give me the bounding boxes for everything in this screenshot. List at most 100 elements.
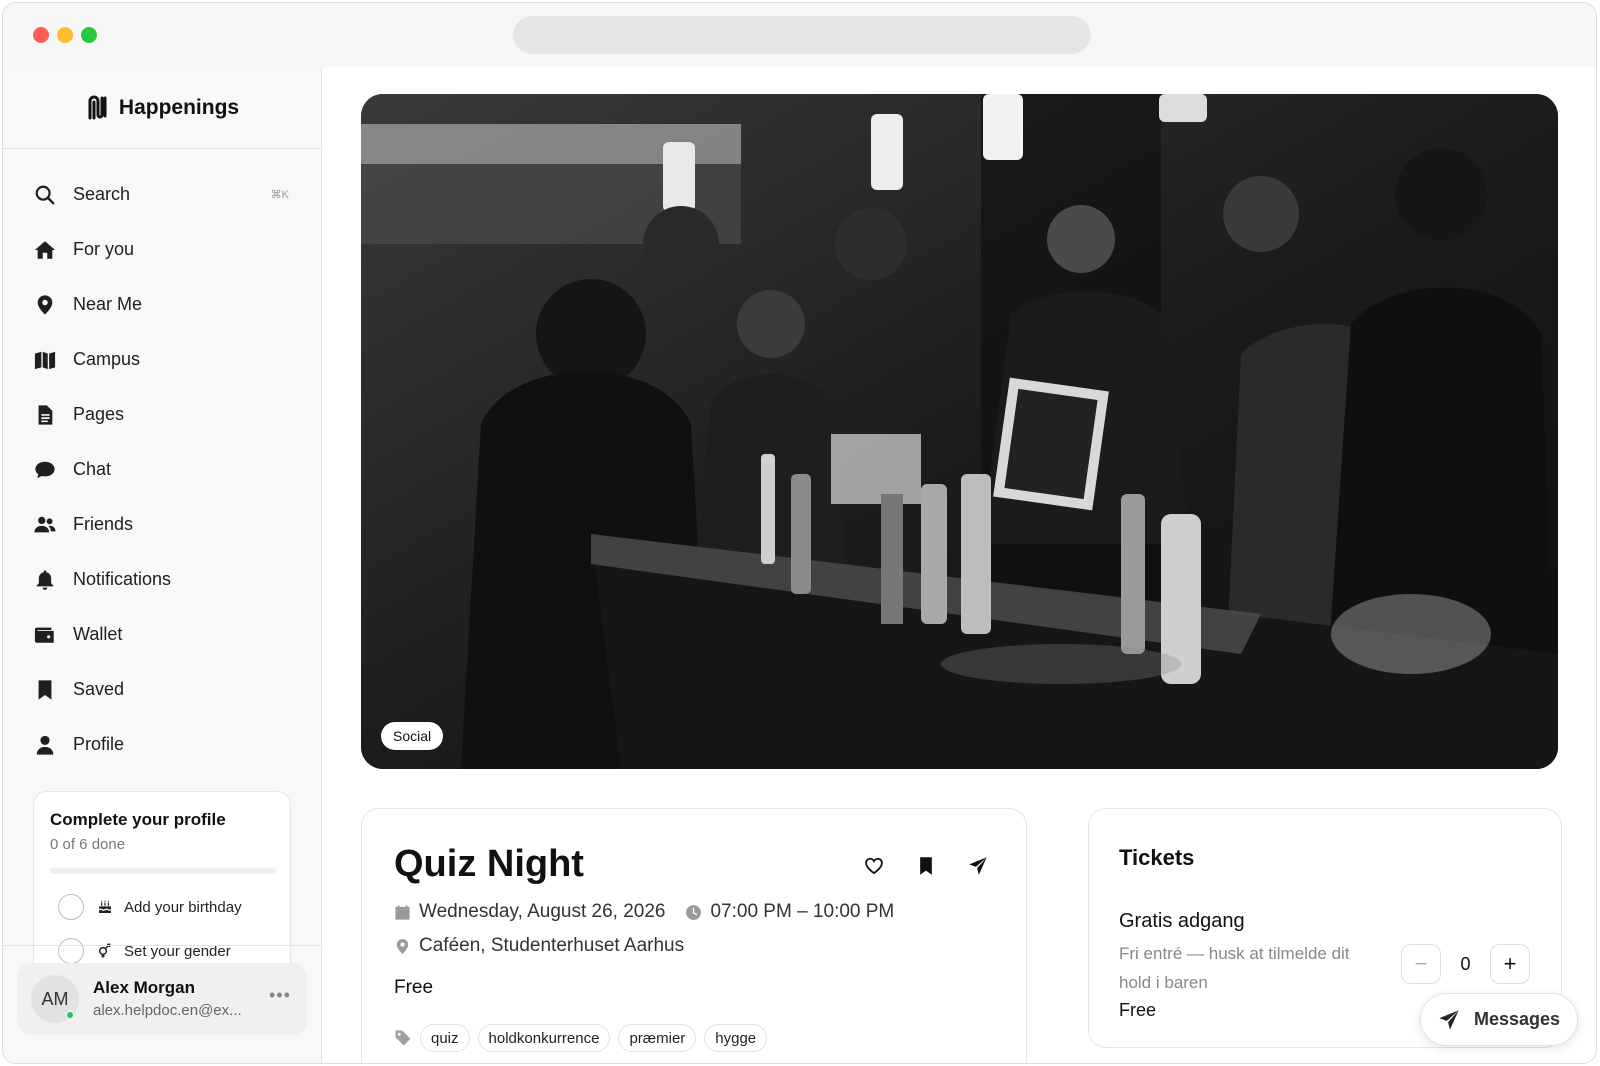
complete-profile-progress-text: 0 of 6 done bbox=[50, 836, 126, 853]
search-shortcut: ⌘K bbox=[270, 189, 289, 201]
sidebar-item-label: Friends bbox=[73, 514, 134, 534]
event-title: Quiz Night bbox=[394, 843, 584, 885]
sidebar-item-notifications[interactable]: Notifications bbox=[17, 552, 307, 607]
bookmark-icon bbox=[920, 857, 932, 875]
plus-icon: + bbox=[1503, 951, 1517, 976]
event-tag[interactable]: quiz bbox=[420, 1024, 470, 1052]
event-tags: quiz holdkonkurrence præmier hygge bbox=[394, 1024, 775, 1052]
sidebar-item-label: Notifications bbox=[73, 569, 172, 589]
complete-profile-title: Complete your profile bbox=[50, 810, 226, 829]
online-status-indicator bbox=[65, 1010, 75, 1020]
users-icon bbox=[33, 513, 57, 537]
minus-icon: − bbox=[1414, 951, 1428, 976]
event-date: Wednesday, August 26, 2026 bbox=[419, 901, 666, 922]
sidebar-item-profile[interactable]: Profile bbox=[17, 717, 307, 772]
send-icon bbox=[1439, 1009, 1459, 1030]
favorite-button[interactable] bbox=[848, 851, 900, 881]
chat-bubble-icon bbox=[33, 458, 57, 482]
event-location: Caféen, Studenterhuset Aarhus bbox=[419, 935, 685, 956]
share-event-button[interactable] bbox=[952, 851, 1004, 881]
profile-task-label: Add your birthday bbox=[124, 898, 242, 916]
sidebar-item-search[interactable]: Search ⌘K bbox=[17, 167, 307, 222]
complete-profile-progress-bar bbox=[50, 868, 276, 874]
user-icon bbox=[33, 733, 57, 757]
tickets-title: Tickets bbox=[1119, 845, 1195, 870]
map-pin-icon bbox=[396, 938, 409, 954]
sidebar-item-chat[interactable]: Chat bbox=[17, 442, 307, 497]
sidebar-nav: Search ⌘K For you Near Me Campus Pages C… bbox=[17, 167, 307, 772]
heart-icon bbox=[865, 857, 883, 875]
increase-quantity-button[interactable]: + bbox=[1490, 944, 1530, 984]
event-actions bbox=[848, 851, 1004, 881]
sidebar-item-wallet[interactable]: Wallet bbox=[17, 607, 307, 662]
send-icon bbox=[969, 857, 987, 875]
brand[interactable]: Happenings bbox=[3, 67, 321, 149]
user-name: Alex Morgan bbox=[93, 978, 196, 997]
divider bbox=[3, 945, 322, 946]
user-account-card[interactable]: AM Alex Morgan alex.helpdoc.en@ex... ••• bbox=[17, 963, 307, 1035]
sidebar-item-label: Chat bbox=[73, 459, 112, 479]
sidebar-item-label: Profile bbox=[73, 734, 125, 754]
event-details-card: Quiz Night Wednesday, August 26, 2026 07… bbox=[361, 808, 1027, 1063]
sidebar-item-pages[interactable]: Pages bbox=[17, 387, 307, 442]
bell-icon bbox=[33, 568, 57, 592]
ticket-name: Gratis adgang bbox=[1119, 910, 1245, 932]
decrease-quantity-button[interactable]: − bbox=[1401, 944, 1441, 984]
clock-icon bbox=[686, 904, 702, 920]
event-tag[interactable]: præmier bbox=[618, 1024, 697, 1052]
browser-window: Happenings Search ⌘K For you Near Me Cam… bbox=[2, 2, 1597, 1064]
complete-profile-card: Complete your profile 0 of 6 done Add yo… bbox=[33, 791, 291, 981]
bookmark-icon bbox=[33, 678, 57, 702]
maximize-window-button[interactable] bbox=[81, 27, 97, 43]
event-location-row[interactable]: Caféen, Studenterhuset Aarhus bbox=[394, 935, 684, 957]
category-badge[interactable]: Social bbox=[381, 722, 444, 750]
messages-label: Messages bbox=[1473, 1009, 1561, 1029]
close-window-button[interactable] bbox=[33, 27, 49, 43]
task-checkbox[interactable] bbox=[58, 938, 84, 964]
sidebar-item-for-you[interactable]: For you bbox=[17, 222, 307, 277]
title-bar bbox=[3, 3, 1596, 67]
more-options-icon[interactable]: ••• bbox=[269, 985, 291, 1006]
save-event-button[interactable] bbox=[900, 851, 952, 881]
sidebar-item-label: Saved bbox=[73, 679, 125, 699]
sidebar-item-label: Near Me bbox=[73, 294, 143, 314]
event-date-time-row: Wednesday, August 26, 2026 07:00 PM – 10… bbox=[394, 901, 894, 923]
sidebar-item-label: Campus bbox=[73, 349, 141, 369]
bar-crowd-photo bbox=[361, 94, 1558, 769]
sidebar-item-label: For you bbox=[73, 239, 135, 259]
sidebar-item-label: Search bbox=[73, 184, 131, 204]
map-pin-icon bbox=[33, 293, 57, 317]
event-tag[interactable]: holdkonkurrence bbox=[477, 1024, 611, 1052]
profile-task-birthday[interactable]: Add your birthday bbox=[58, 894, 242, 920]
ticket-quantity-value: 0 bbox=[1460, 953, 1471, 974]
sidebar-item-label: Wallet bbox=[73, 624, 123, 644]
file-icon bbox=[33, 403, 57, 427]
happenings-logo-icon bbox=[88, 95, 107, 119]
profile-task-gender[interactable]: Set your gender bbox=[58, 938, 231, 964]
sidebar-item-label: Pages bbox=[73, 404, 125, 424]
sidebar-item-near-me[interactable]: Near Me bbox=[17, 277, 307, 332]
sidebar-item-friends[interactable]: Friends bbox=[17, 497, 307, 552]
home-icon bbox=[33, 238, 57, 262]
user-email: alex.helpdoc.en@ex... bbox=[93, 1002, 242, 1019]
task-checkbox[interactable] bbox=[58, 894, 84, 920]
event-hero-image: Social bbox=[361, 94, 1558, 769]
minimize-window-button[interactable] bbox=[57, 27, 73, 43]
cake-icon bbox=[96, 898, 114, 916]
brand-name: Happenings bbox=[118, 95, 240, 119]
address-bar[interactable] bbox=[513, 16, 1091, 54]
map-icon bbox=[33, 348, 57, 372]
sidebar-item-campus[interactable]: Campus bbox=[17, 332, 307, 387]
calendar-icon bbox=[395, 904, 410, 920]
tag-icon bbox=[395, 1030, 411, 1046]
ticket-quantity-stepper: − 0 + bbox=[1401, 944, 1530, 984]
wallet-icon bbox=[33, 623, 57, 647]
sidebar: Happenings Search ⌘K For you Near Me Cam… bbox=[3, 67, 322, 1063]
messages-button[interactable]: Messages bbox=[1420, 993, 1578, 1046]
ticket-price: Free bbox=[1119, 1000, 1157, 1020]
sidebar-item-saved[interactable]: Saved bbox=[17, 662, 307, 717]
ticket-description: Fri entré — husk at tilmelde dit hold i … bbox=[1119, 944, 1350, 992]
event-tag[interactable]: hygge bbox=[704, 1024, 768, 1052]
event-time: 07:00 PM – 10:00 PM bbox=[710, 901, 895, 922]
search-icon bbox=[33, 183, 57, 207]
